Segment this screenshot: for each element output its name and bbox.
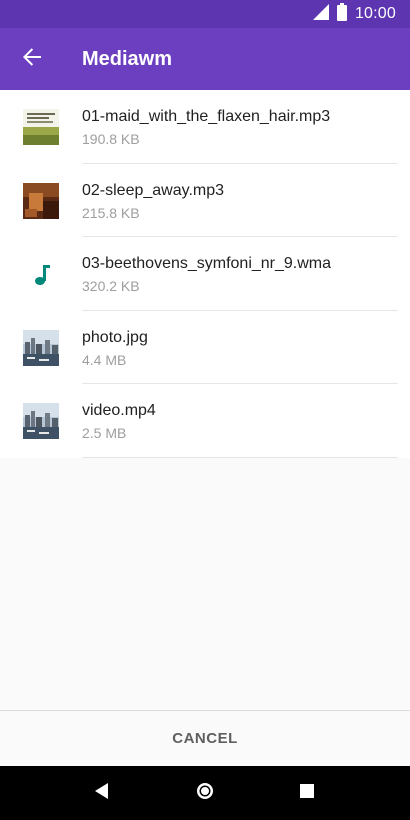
- photo-thumbnail: [23, 329, 59, 366]
- home-circle-icon: [195, 781, 215, 806]
- music-note-icon: [23, 256, 59, 292]
- file-name: photo.jpg: [82, 328, 148, 346]
- file-item-video[interactable]: video.mp4 2.5 MB: [0, 384, 410, 458]
- file-size: 2.5 MB: [82, 425, 127, 442]
- file-item-sleep-away[interactable]: 02-sleep_away.mp3 215.8 KB: [0, 164, 410, 238]
- status-time: 10:00: [354, 5, 396, 22]
- divider: [82, 456, 398, 458]
- album-art-thumbnail: [23, 182, 59, 219]
- file-name: video.mp4: [82, 402, 156, 420]
- file-item-beethovens-symfoni[interactable]: 03-beethovens_symfoni_nr_9.wma 320.2 KB: [0, 237, 410, 311]
- file-name: 02-sleep_away.mp3: [82, 181, 225, 199]
- file-item-photo[interactable]: photo.jpg 4.4 MB: [0, 311, 410, 385]
- nav-back-button[interactable]: [86, 777, 118, 809]
- battery-icon: [336, 2, 347, 26]
- file-size: 320.2 KB: [82, 278, 140, 295]
- video-thumbnail: [23, 403, 59, 440]
- app-bar: Mediawm: [0, 28, 410, 90]
- cancel-button[interactable]: CANCEL: [0, 711, 410, 766]
- back-button[interactable]: [10, 37, 54, 81]
- file-size: 190.8 KB: [82, 131, 140, 147]
- recents-square-icon: [299, 783, 315, 804]
- file-size: 215.8 KB: [82, 204, 140, 221]
- file-list: 01-maid_with_the_flaxen_hair.mp3 190.8 K…: [0, 90, 410, 458]
- status-bar: 10:00: [0, 0, 410, 28]
- album-art-thumbnail: [23, 109, 59, 145]
- file-name: 03-beethovens_symfoni_nr_9.wma: [82, 255, 332, 273]
- arrow-back-icon: [22, 47, 42, 72]
- signal-icon: [312, 3, 329, 25]
- back-triangle-icon: [94, 782, 110, 805]
- status-icons: 10:00: [312, 2, 396, 26]
- file-size: 4.4 MB: [82, 351, 127, 368]
- file-name: 01-maid_with_the_flaxen_hair.mp3: [82, 108, 331, 125]
- nav-home-button[interactable]: [189, 777, 221, 809]
- file-item-maid-with-the-flaxen-hair[interactable]: 01-maid_with_the_flaxen_hair.mp3 190.8 K…: [0, 90, 410, 164]
- nav-recents-button[interactable]: [291, 777, 323, 809]
- app-title: Mediawm: [82, 48, 173, 70]
- system-nav-bar: [0, 766, 410, 820]
